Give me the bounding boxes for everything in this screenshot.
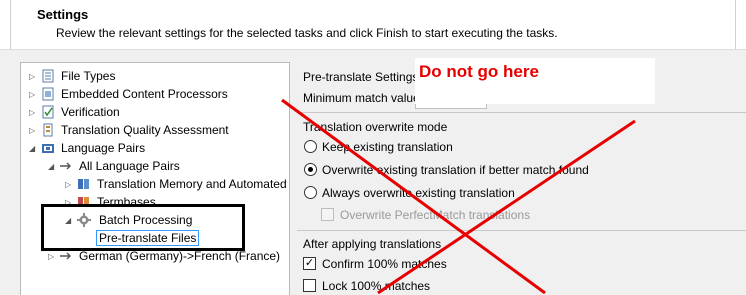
confirm-100-label: Confirm 100% matches: [322, 257, 447, 271]
tree-item-label: Verification: [61, 105, 120, 119]
arrow-icon: [59, 249, 73, 263]
keep-existing-label: Keep existing translation: [322, 140, 453, 154]
expand-icon[interactable]: ▷: [29, 126, 37, 136]
after-group-label: After applying translations: [303, 237, 442, 251]
perfect-match-label: Overwrite PerfectMatch translations: [340, 208, 531, 222]
settings-tree[interactable]: ▷ File Types ▷ Embedded Content Processo…: [20, 62, 290, 295]
window-left-edge: [0, 0, 11, 49]
wizard-header: Settings Review the relevant settings fo…: [0, 0, 746, 49]
overwrite-better-radio[interactable]: [304, 163, 317, 176]
expand-icon[interactable]: ▷: [29, 90, 37, 100]
arrow-icon: [59, 159, 73, 173]
verification-icon: [41, 105, 55, 119]
highlight-annotation-box: [41, 204, 245, 251]
collapse-icon[interactable]: ◢: [29, 144, 37, 154]
always-overwrite-radio[interactable]: [304, 186, 317, 199]
page-title: Settings: [37, 7, 89, 22]
tqa-icon: [41, 123, 55, 137]
embedded-content-icon: [41, 87, 55, 101]
always-overwrite-label: Always overwrite existing translation: [322, 186, 515, 200]
collapse-icon[interactable]: ◢: [48, 162, 56, 172]
confirm-100-checkbox[interactable]: ✓: [303, 257, 316, 270]
expand-icon[interactable]: ▷: [48, 252, 56, 262]
tree-item-label: Translation Memory and Automated: [97, 177, 287, 191]
file-types-icon: [41, 69, 55, 83]
tree-item-label: Language Pairs: [61, 141, 146, 155]
language-pairs-icon: [41, 141, 55, 155]
tree-item-label: Translation Quality Assessment: [61, 123, 229, 137]
keep-existing-radio[interactable]: [304, 140, 317, 153]
tree-item-label: File Types: [61, 69, 116, 83]
window-right-edge: [735, 0, 746, 49]
page-subtitle: Review the relevant settings for the sel…: [56, 26, 558, 40]
lock-100-checkbox[interactable]: [303, 279, 316, 292]
expand-icon[interactable]: ▷: [65, 180, 73, 190]
tree-item-label: Embedded Content Processors: [61, 87, 228, 101]
divider: [297, 112, 746, 113]
min-match-label: Minimum match value:: [303, 91, 424, 105]
lock-100-label: Lock 100% matches: [322, 279, 431, 293]
section-title: Pre-translate Settings: [303, 70, 419, 84]
expand-icon[interactable]: ▷: [29, 72, 37, 82]
divider: [297, 230, 746, 231]
perfect-match-checkbox[interactable]: [321, 208, 334, 221]
tm-icon: [77, 177, 91, 191]
expand-icon[interactable]: ▷: [29, 108, 37, 118]
overwrite-better-label: Overwrite existing translation if better…: [322, 163, 589, 177]
warning-annotation-text: Do not go here: [419, 62, 539, 81]
tree-item-label: All Language Pairs: [79, 159, 180, 173]
overwrite-group-label: Translation overwrite mode: [303, 120, 448, 134]
